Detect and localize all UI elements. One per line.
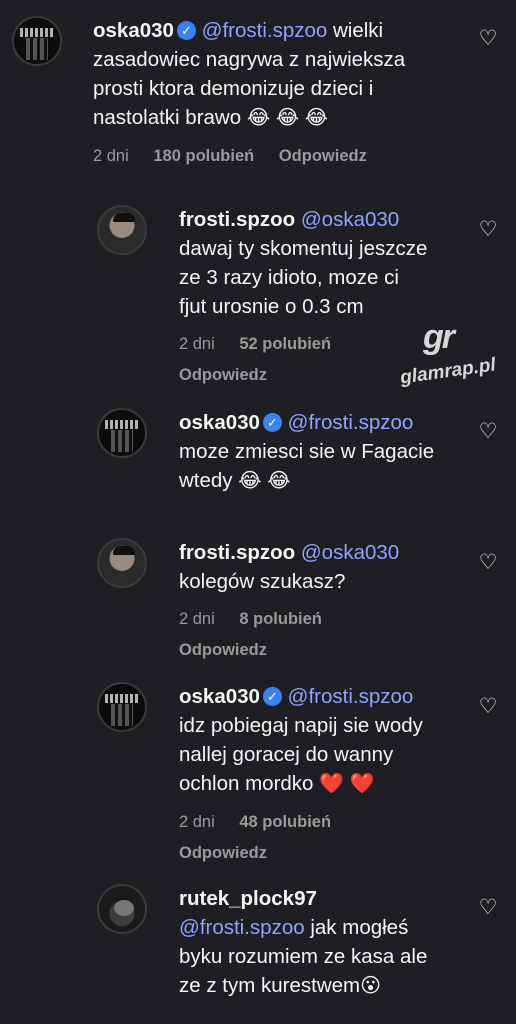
heart-icon[interactable]: ♡ xyxy=(477,552,499,574)
likes-count[interactable]: 48 polubień xyxy=(239,813,331,831)
comment-text: nallej goracej do wanny xyxy=(179,743,394,766)
heart-icon[interactable]: ♡ xyxy=(477,897,499,919)
verified-badge-icon: ✓ xyxy=(262,413,282,432)
reply-button[interactable]: Odpowiedz xyxy=(179,844,267,862)
comment-meta: 2 dni 8 polubień xyxy=(179,610,399,629)
heart-icon[interactable]: ♡ xyxy=(477,219,499,241)
avatar[interactable] xyxy=(97,408,147,458)
comment-meta: 2 dni 48 polubień xyxy=(179,813,423,832)
comment-text: ze 3 razy idioto, moze ci xyxy=(179,266,399,289)
comment-text: idz pobiegaj napij sie wody xyxy=(179,714,423,737)
avatar[interactable] xyxy=(97,205,147,255)
username[interactable]: rutek_plock97 xyxy=(179,887,317,910)
heart-icon[interactable]: ♡ xyxy=(477,28,499,50)
mention[interactable]: @frosti.spzoo xyxy=(288,411,414,434)
username[interactable]: frosti.spzoo xyxy=(179,208,295,231)
comment-text: fjut urosnie o 0.3 cm xyxy=(179,295,364,318)
comment-text: zasadowiec nagrywa z najwieksza xyxy=(93,48,406,71)
comment-text: wielki xyxy=(332,19,384,42)
watermark: gr glamrap.pl xyxy=(398,316,508,391)
avatar[interactable] xyxy=(97,884,147,934)
reply-button[interactable]: Odpowiedz xyxy=(179,366,267,384)
mention[interactable]: @frosti.spzoo xyxy=(288,685,414,708)
mention[interactable]: @oska030 xyxy=(301,541,399,564)
username[interactable]: frosti.spzoo xyxy=(179,541,295,564)
likes-count[interactable]: 180 polubień xyxy=(153,147,254,165)
timestamp: 2 dni xyxy=(179,610,215,628)
emoji: 😂 😂 😂 xyxy=(246,107,329,129)
comment-text: jak mogłeś xyxy=(310,916,409,939)
emoji: ❤️ ❤️ xyxy=(319,773,375,795)
comment-meta: 2 dni 180 polubień Odpowiedz xyxy=(93,147,405,166)
comment-text: dawaj ty skomentuj jeszcze xyxy=(179,237,428,260)
emoji: 😮 xyxy=(360,975,381,997)
username[interactable]: oska030 xyxy=(179,411,260,434)
comment-text: ochlon mordko xyxy=(179,772,314,795)
comment-text: nastolatki brawo xyxy=(93,106,242,129)
likes-count[interactable]: 8 polubień xyxy=(239,610,322,628)
verified-badge-icon: ✓ xyxy=(176,21,196,40)
mention[interactable]: @oska030 xyxy=(301,208,399,231)
verified-badge-icon: ✓ xyxy=(262,687,282,706)
watermark-text: glamrap.pl xyxy=(398,354,498,389)
mention[interactable]: @frosti.spzoo xyxy=(202,19,328,42)
timestamp: 2 dni xyxy=(93,147,129,165)
likes-count[interactable]: 52 polubień xyxy=(239,335,331,353)
comment-text: wtedy xyxy=(179,469,233,492)
watermark-logo: gr xyxy=(423,318,455,356)
comment-text: kolegów szukasz? xyxy=(179,570,346,593)
comment-meta: 2 dni 52 polubień xyxy=(179,335,427,354)
emoji: 😂 😂 xyxy=(238,470,291,492)
avatar[interactable] xyxy=(12,16,62,66)
timestamp: 2 dni xyxy=(179,335,215,353)
reply-button[interactable]: Odpowiedz xyxy=(179,641,267,659)
comment-text: prosti ktora demonizuje dzieci i xyxy=(93,77,374,100)
username[interactable]: oska030 xyxy=(93,19,174,42)
comment-text: ze z tym kurestwem xyxy=(179,974,361,997)
avatar[interactable] xyxy=(97,538,147,588)
comment-text: byku rozumiem ze kasa ale xyxy=(179,945,428,968)
reply-button[interactable]: Odpowiedz xyxy=(279,147,367,165)
mention[interactable]: @frosti.spzoo xyxy=(179,916,305,939)
timestamp: 2 dni xyxy=(179,813,215,831)
avatar[interactable] xyxy=(97,682,147,732)
comment-text: moze zmiesci sie w Fagacie xyxy=(179,440,435,463)
heart-icon[interactable]: ♡ xyxy=(477,696,499,718)
username[interactable]: oska030 xyxy=(179,685,260,708)
heart-icon[interactable]: ♡ xyxy=(477,421,499,443)
